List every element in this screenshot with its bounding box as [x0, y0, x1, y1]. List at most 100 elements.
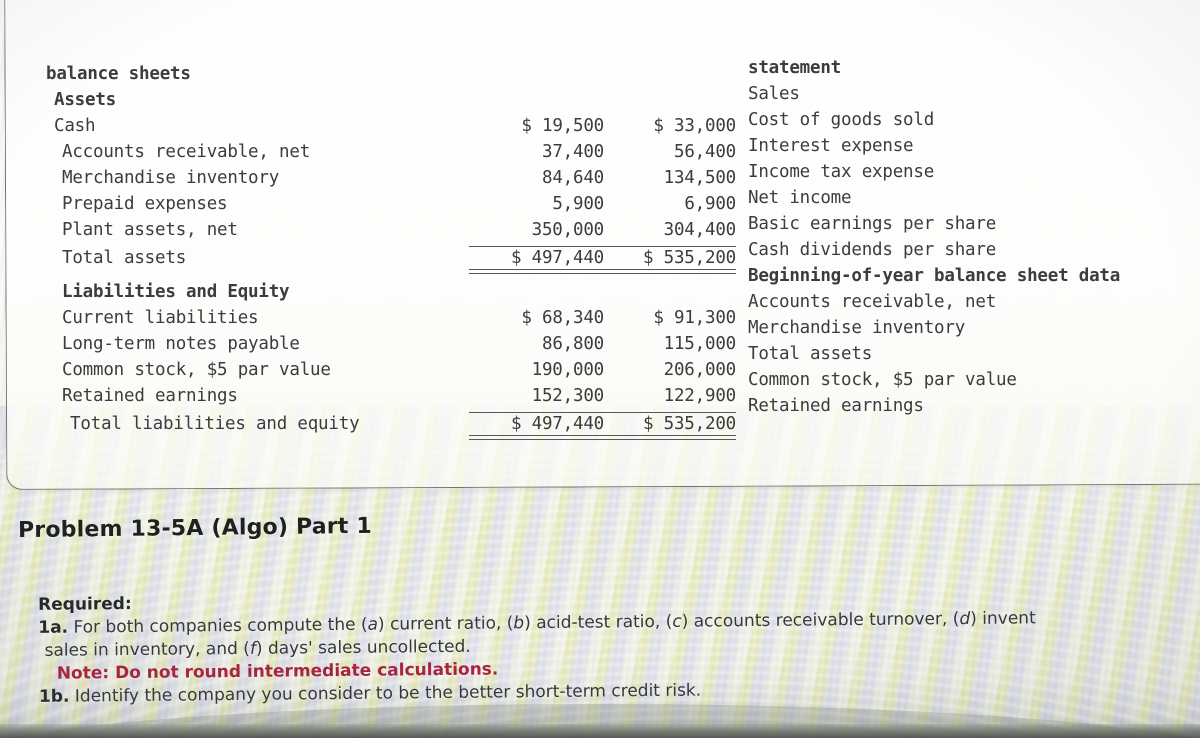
- row-value-company-b: 122,900: [663, 386, 737, 406]
- total-value-company-a: $ 497,440: [469, 246, 604, 274]
- row-value-company-b: 206,000: [663, 360, 737, 380]
- beginning-of-year-heading-row: Beginning-of-year balance sheet data: [748, 266, 1200, 292]
- item-1a-text-1: For both companies compute the (: [67, 614, 368, 638]
- row-value-company-a: 190,000: [531, 360, 605, 380]
- screen-bottom-curve: [0, 704, 1200, 738]
- screenshot-page: balance sheets Assets Cash $ 19,500 $ 33…: [0, 0, 1200, 738]
- table-row: Common stock, $5 par value 190,000 206,0…: [46, 360, 736, 386]
- table-row: Merchandise inventory 84,640 134,500: [46, 168, 736, 194]
- row-label: Long-term notes payable: [62, 334, 300, 354]
- balance-sheets-title-row: balance sheets: [46, 64, 736, 90]
- row-value-company-b: 134,500: [663, 168, 737, 188]
- row-label: Cash: [54, 116, 96, 136]
- row-label: Total liabilities and equity: [70, 414, 360, 434]
- row-label: Retained earnings: [748, 396, 924, 416]
- row-value-company-b: 304,400: [663, 220, 737, 240]
- item-1a-line2-post: ) days' sales uncollected.: [255, 636, 471, 659]
- item-1a-text-2: ) current ratio, (: [377, 613, 514, 635]
- table-row: Total assets: [748, 344, 1200, 370]
- item-1a-text-3: ) acid-test ratio, (: [524, 611, 673, 634]
- row-label: Basic earnings per share: [748, 214, 997, 234]
- financial-statements-region: balance sheets Assets Cash $ 19,500 $ 33…: [0, 0, 1200, 470]
- table-row: Common stock, $5 par value: [748, 370, 1200, 396]
- row-value-company-a: 84,640: [541, 168, 604, 188]
- row-value-company-b: 115,000: [663, 334, 737, 354]
- total-value-company-a: $ 497,440: [469, 412, 604, 440]
- row-label: Total assets: [62, 248, 187, 268]
- income-statement-title: statement: [748, 58, 842, 78]
- row-label: Plant assets, net: [62, 220, 238, 240]
- row-label: Merchandise inventory: [748, 318, 966, 338]
- table-row: Long-term notes payable 86,800 115,000: [46, 334, 736, 360]
- liabilities-heading-row: Liabilities and Equity: [46, 282, 736, 308]
- statement-title-row: statement: [748, 58, 1200, 84]
- row-value-company-b: $ 33,000: [653, 116, 736, 136]
- item-1b-marker: 1b.: [38, 686, 70, 707]
- total-value-company-b: $ 535,200: [604, 246, 736, 274]
- row-label: Merchandise inventory: [62, 168, 280, 188]
- table-row: Basic earnings per share: [748, 214, 1200, 240]
- row-value-company-a: 350,000: [531, 220, 605, 240]
- row-label: Common stock, $5 par value: [62, 360, 331, 380]
- table-row: Accounts receivable, net: [748, 292, 1200, 318]
- table-row: Cost of goods sold: [748, 110, 1200, 136]
- item-1a-label-d: d: [959, 608, 971, 630]
- row-label: Income tax expense: [748, 162, 935, 182]
- table-row: Current liabilities $ 68,340 $ 91,300: [46, 308, 736, 334]
- row-value-company-b: $ 91,300: [653, 308, 736, 328]
- item-1a-text-4: ) accounts receivable turnover, (: [681, 609, 960, 632]
- total-liabilities-and-equity-row: Total liabilities and equity $ 497,440 $…: [46, 412, 736, 440]
- item-1a-label-a: a: [367, 614, 379, 635]
- row-label: Current liabilities: [62, 308, 259, 328]
- row-value-company-a: 5,900: [552, 194, 604, 214]
- table-row: Cash $ 19,500 $ 33,000: [46, 116, 736, 142]
- assets-heading: Assets: [54, 90, 117, 110]
- required-heading: Required:: [38, 594, 132, 615]
- row-label: Sales: [748, 84, 800, 104]
- row-value-company-a: $ 19,500: [521, 116, 604, 136]
- balance-sheets-table: balance sheets Assets Cash $ 19,500 $ 33…: [46, 64, 736, 440]
- beginning-of-year-heading: Beginning-of-year balance sheet data: [748, 266, 1121, 286]
- row-label: Interest expense: [748, 136, 914, 156]
- row-value-company-b: 6,900: [684, 194, 736, 214]
- table-row: Plant assets, net 350,000 304,400: [46, 220, 736, 246]
- row-label: Cost of goods sold: [748, 110, 935, 130]
- assets-heading-row: Assets: [46, 90, 736, 116]
- row-label: Net income: [748, 188, 852, 208]
- page-title: Problem 13-5A (Algo) Part 1: [17, 513, 373, 544]
- item-1a-label-b: b: [513, 613, 525, 634]
- row-label: Prepaid expenses: [62, 194, 228, 214]
- row-label: Total assets: [748, 344, 873, 364]
- row-label: Accounts receivable, net: [748, 292, 997, 312]
- liabilities-and-equity-heading: Liabilities and Equity: [62, 282, 290, 302]
- total-value-company-b: $ 535,200: [604, 412, 736, 440]
- table-row: Cash dividends per share: [748, 240, 1200, 266]
- row-label: Common stock, $5 par value: [748, 370, 1017, 390]
- item-1b-text: Identify the company you consider to be …: [69, 680, 702, 707]
- table-row: Retained earnings 152,300 122,900: [46, 386, 736, 412]
- row-value-company-a: 37,400: [541, 142, 604, 162]
- item-1a-marker: 1a.: [38, 617, 69, 638]
- total-assets-row: Total assets $ 497,440 $ 535,200: [46, 246, 736, 274]
- row-value-company-a: 86,800: [541, 334, 604, 354]
- table-row: Accounts receivable, net 37,400 56,400: [46, 142, 736, 168]
- balance-sheets-title: balance sheets: [46, 64, 191, 84]
- row-value-company-a: $ 68,340: [521, 308, 604, 328]
- row-value-company-a: 152,300: [531, 386, 605, 406]
- row-label: Accounts receivable, net: [62, 142, 311, 162]
- table-row: Net income: [748, 188, 1200, 214]
- table-row: Sales: [748, 84, 1200, 110]
- item-1a-line2-pre: sales in inventory, and (: [44, 638, 250, 661]
- table-row: Prepaid expenses 5,900 6,900: [46, 194, 736, 220]
- table-row: Merchandise inventory: [748, 318, 1200, 344]
- table-row: Interest expense: [748, 136, 1200, 162]
- row-label: Cash dividends per share: [748, 240, 997, 260]
- table-row: Retained earnings: [748, 396, 1200, 422]
- income-statement-table: statement Sales Cost of goods sold Inter…: [748, 58, 1200, 422]
- item-1a-text-5: ) invent: [970, 608, 1036, 629]
- required-instructions: Required: 1a. For both companies compute…: [30, 582, 1200, 709]
- screen-bottom-edge: [0, 724, 1200, 738]
- table-row: Income tax expense: [748, 162, 1200, 188]
- note-text: Note: Do not round intermediate calculat…: [56, 659, 499, 684]
- row-value-company-b: 56,400: [673, 142, 736, 162]
